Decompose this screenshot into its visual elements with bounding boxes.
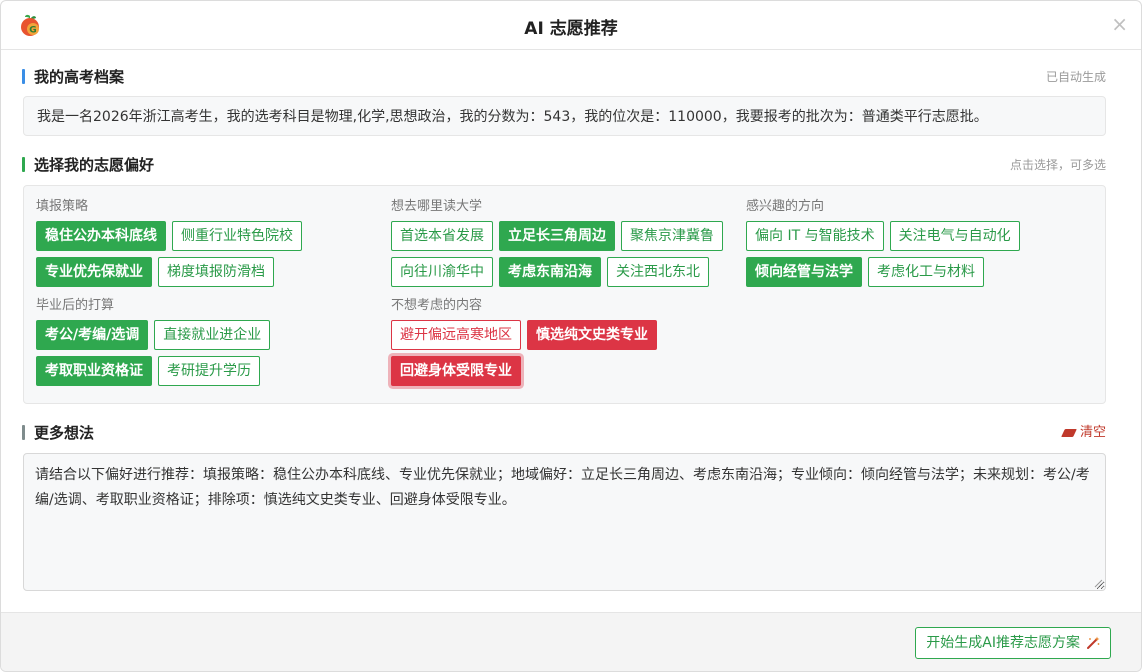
chip-row: 稳住公办本科底线 侧重行业特色院校 bbox=[36, 221, 302, 251]
chip-option[interactable]: 侧重行业特色院校 bbox=[172, 221, 302, 251]
section-marker bbox=[22, 69, 25, 84]
chip-option[interactable]: 倾向经管与法学 bbox=[746, 257, 862, 287]
preferences-heading: 选择我的志愿偏好 bbox=[34, 156, 155, 174]
chip-row: 倾向经管与法学 考虑化工与材料 bbox=[746, 257, 1020, 287]
chip-option[interactable]: 回避身体受限专业 bbox=[391, 356, 521, 386]
chip-option[interactable]: 偏向 IT 与智能技术 bbox=[746, 221, 884, 251]
chip-row: 专业优先保就业 梯度填报防滑档 bbox=[36, 257, 302, 287]
chip-option[interactable]: 考公/考编/选调 bbox=[36, 320, 149, 350]
more-heading: 更多想法 bbox=[34, 424, 95, 442]
chip-row: 避开偏远高寒地区 慎选纯文史类专业 bbox=[391, 320, 657, 350]
group-label: 填报策略 bbox=[36, 199, 89, 214]
more-thoughts-textarea[interactable]: 请结合以下偏好进行推荐：填报策略：稳住公办本科底线、专业优先保就业；地域偏好：立… bbox=[23, 453, 1106, 591]
chip-row: 回避身体受限专业 bbox=[391, 356, 657, 386]
profile-section-header: 我的高考档案 已自动生成 bbox=[22, 67, 1106, 87]
magic-wand-icon bbox=[1087, 636, 1100, 649]
chip-option[interactable]: 首选本省发展 bbox=[391, 221, 493, 251]
close-icon[interactable]: × bbox=[1111, 14, 1128, 34]
group-region: 想去哪里读大学 首选本省发展 立足长三角周边 聚焦京津冀鲁 向往川渝华中 考虑东… bbox=[391, 198, 723, 293]
chip-row: 考取职业资格证 考研提升学历 bbox=[36, 356, 270, 386]
clear-button[interactable]: 清空 bbox=[1061, 424, 1106, 442]
chip-option[interactable]: 专业优先保就业 bbox=[36, 257, 152, 287]
chip-option[interactable]: 关注西北东北 bbox=[607, 257, 709, 287]
group-label: 毕业后的打算 bbox=[36, 298, 115, 313]
profile-summary: 我是一名2026年浙江高考生，我的选考科目是物理,化学,思想政治，我的分数为：5… bbox=[23, 96, 1106, 136]
preferences-section-header: 选择我的志愿偏好 点击选择，可多选 bbox=[22, 155, 1106, 175]
dialog-footer: 开始生成AI推荐志愿方案 bbox=[1, 612, 1141, 671]
section-marker bbox=[22, 157, 25, 172]
group-exclude: 不想考虑的内容 避开偏远高寒地区 慎选纯文史类专业 回避身体受限专业 bbox=[391, 297, 657, 392]
chip-option[interactable]: 向往川渝华中 bbox=[391, 257, 493, 287]
chip-option[interactable]: 聚焦京津冀鲁 bbox=[621, 221, 723, 251]
preferences-panel: 填报策略 稳住公办本科底线 侧重行业特色院校 专业优先保就业 梯度填报防滑档 想… bbox=[23, 185, 1106, 404]
clear-label: 清空 bbox=[1079, 425, 1106, 440]
chip-option[interactable]: 避开偏远高寒地区 bbox=[391, 320, 521, 350]
eraser-icon bbox=[1061, 428, 1077, 437]
chip-row: 考公/考编/选调 直接就业进企业 bbox=[36, 320, 271, 350]
chip-option[interactable]: 直接就业进企业 bbox=[154, 320, 271, 350]
group-label: 不想考虑的内容 bbox=[391, 298, 483, 313]
chip-option[interactable]: 考虑东南沿海 bbox=[499, 257, 601, 287]
chip-option[interactable]: 考虑化工与材料 bbox=[868, 257, 984, 287]
more-section-header: 更多想法 清空 bbox=[22, 423, 1106, 443]
section-marker bbox=[22, 425, 25, 440]
group-interest: 感兴趣的方向 偏向 IT 与智能技术 关注电气与自动化 倾向经管与法学 考虑化工… bbox=[746, 198, 1020, 293]
resize-grip-icon[interactable] bbox=[1094, 579, 1103, 588]
chip-row: 首选本省发展 立足长三角周边 聚焦京津冀鲁 bbox=[391, 221, 723, 251]
group-strategy: 填报策略 稳住公办本科底线 侧重行业特色院校 专业优先保就业 梯度填报防滑档 bbox=[36, 198, 302, 293]
chip-row: 向往川渝华中 考虑东南沿海 关注西北东北 bbox=[391, 257, 723, 287]
chip-option[interactable]: 考取职业资格证 bbox=[36, 356, 152, 386]
group-label: 想去哪里读大学 bbox=[391, 199, 483, 214]
profile-hint: 已自动生成 bbox=[1045, 70, 1106, 84]
generate-plan-button[interactable]: 开始生成AI推荐志愿方案 bbox=[915, 627, 1111, 659]
chip-option[interactable]: 立足长三角周边 bbox=[499, 221, 615, 251]
dialog-header: G AI 志愿推荐 × bbox=[1, 1, 1141, 50]
profile-heading: 我的高考档案 bbox=[34, 68, 125, 86]
chip-option[interactable]: 稳住公办本科底线 bbox=[36, 221, 166, 251]
dialog-title: AI 志愿推荐 bbox=[524, 19, 618, 39]
chip-row: 偏向 IT 与智能技术 关注电气与自动化 bbox=[746, 221, 1020, 251]
preferences-hint: 点击选择，可多选 bbox=[1009, 158, 1106, 172]
group-plan: 毕业后的打算 考公/考编/选调 直接就业进企业 考取职业资格证 考研提升学历 bbox=[36, 297, 271, 392]
chip-option[interactable]: 关注电气与自动化 bbox=[889, 221, 1020, 251]
more-thoughts-text: 请结合以下偏好进行推荐：填报策略：稳住公办本科底线、专业优先保就业；地域偏好：立… bbox=[35, 467, 1090, 508]
generate-plan-label: 开始生成AI推荐志愿方案 bbox=[926, 635, 1080, 651]
chip-option[interactable]: 考研提升学历 bbox=[158, 356, 260, 386]
group-label: 感兴趣的方向 bbox=[746, 199, 825, 214]
chip-option[interactable]: 梯度填报防滑档 bbox=[158, 257, 274, 287]
chip-option[interactable]: 慎选纯文史类专业 bbox=[527, 320, 657, 350]
ai-recommend-dialog: G AI 志愿推荐 × 我的高考档案 已自动生成 我是一名2026年浙江高考生，… bbox=[0, 0, 1142, 672]
